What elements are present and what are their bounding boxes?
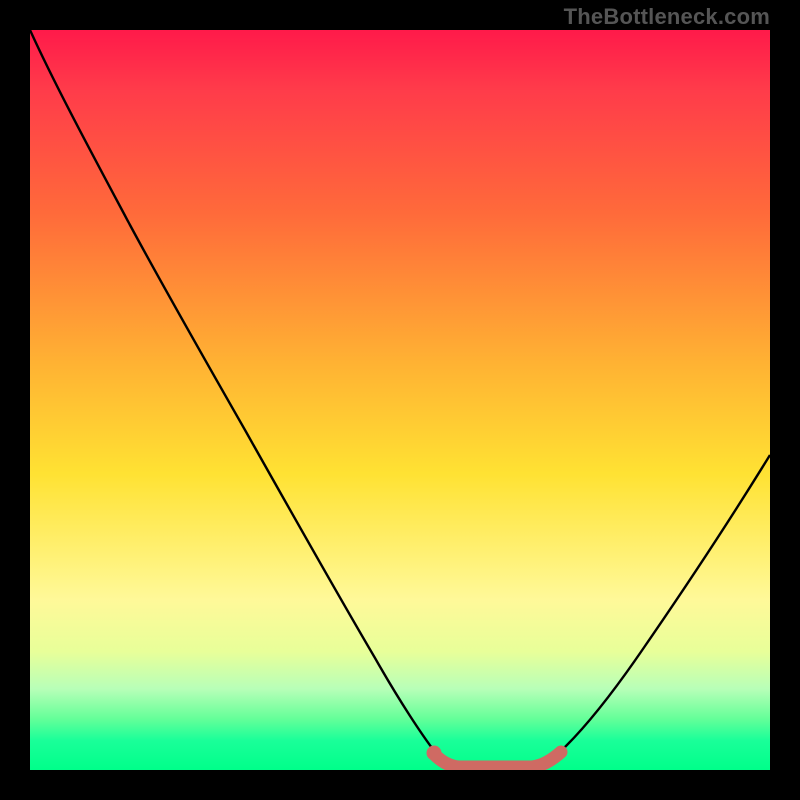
plot-area [30,30,770,770]
sweet-spot-segment [435,752,561,767]
chart-frame: TheBottleneck.com [0,0,800,800]
sweet-spot-marker [427,746,442,761]
curve-layer [30,30,770,770]
bottleneck-curve [30,30,770,768]
watermark-text: TheBottleneck.com [564,4,770,30]
